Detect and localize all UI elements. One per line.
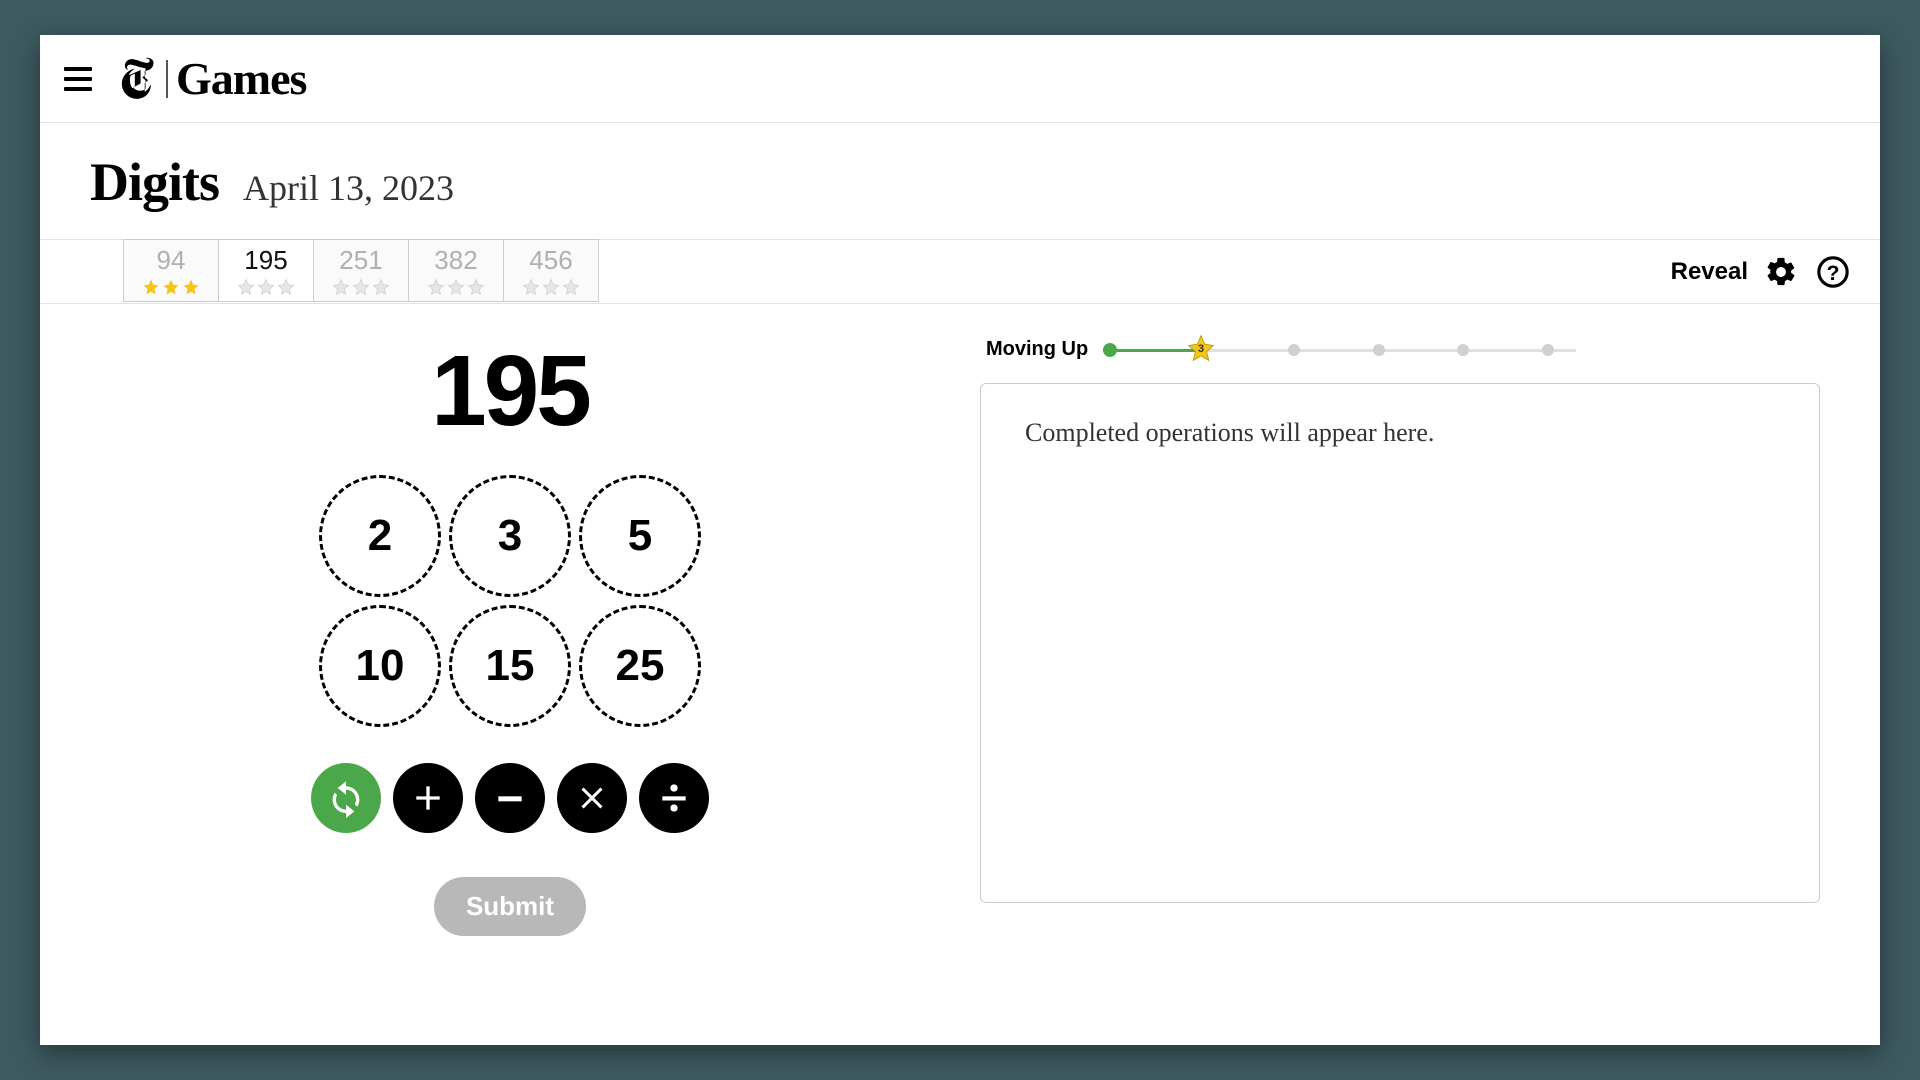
operation-row xyxy=(311,763,709,833)
undo-button[interactable] xyxy=(311,763,381,833)
tab-stars xyxy=(314,276,408,296)
number-15[interactable]: 15 xyxy=(449,605,571,727)
progress-star: 3 xyxy=(1186,333,1216,368)
gear-icon[interactable] xyxy=(1762,253,1800,291)
number-10[interactable]: 10 xyxy=(319,605,441,727)
puzzle-tab-195[interactable]: 195 xyxy=(218,239,314,302)
tab-target: 382 xyxy=(409,240,503,276)
operations-log: Completed operations will appear here. xyxy=(980,383,1820,903)
puzzle-tab-251[interactable]: 251 xyxy=(313,239,409,302)
number-grid: 235 101525 xyxy=(319,475,701,727)
brand-logo[interactable]: Games xyxy=(120,52,306,105)
tab-stars xyxy=(504,276,598,296)
divide-button[interactable] xyxy=(639,763,709,833)
number-2[interactable]: 2 xyxy=(319,475,441,597)
right-pane: Moving Up 3 Completed operations will ap… xyxy=(980,334,1820,936)
puzzle-tabs: 94195251382456 xyxy=(124,239,599,302)
puzzle-tab-row: 94195251382456 Reveal ? xyxy=(40,240,1880,304)
reveal-button[interactable]: Reveal xyxy=(1671,258,1748,286)
progress-dot xyxy=(1457,344,1469,356)
titlebar: Digits April 13, 2023 xyxy=(40,123,1880,240)
progress-bar: 3 xyxy=(1106,345,1576,355)
left-pane: 195 235 101525 Submit xyxy=(100,334,920,936)
progress-dot xyxy=(1288,344,1300,356)
puzzle-tab-94[interactable]: 94 xyxy=(123,239,219,302)
progress-dot xyxy=(1373,344,1385,356)
tab-target: 456 xyxy=(504,240,598,276)
progress-dot xyxy=(1542,344,1554,356)
play-area: 195 235101525 Submit xyxy=(40,304,1880,936)
game-name: Digits xyxy=(88,151,221,213)
tab-target: 94 xyxy=(124,240,218,276)
game-date: April 13, 2023 xyxy=(243,167,454,209)
puzzle-tab-382[interactable]: 382 xyxy=(408,239,504,302)
tab-stars xyxy=(409,276,503,296)
brand-word: Games xyxy=(176,52,306,105)
tab-target: 251 xyxy=(314,240,408,276)
submit-button[interactable]: Submit xyxy=(434,877,586,936)
nyt-t-icon xyxy=(120,57,162,101)
number-25[interactable]: 25 xyxy=(579,605,701,727)
help-icon[interactable]: ? xyxy=(1814,253,1852,291)
topbar: Games xyxy=(40,35,1880,123)
svg-text:3: 3 xyxy=(1198,342,1204,354)
tab-stars xyxy=(219,276,313,296)
tab-stars xyxy=(124,276,218,296)
progress-row: Moving Up 3 xyxy=(980,338,1820,361)
number-3[interactable]: 3 xyxy=(449,475,571,597)
menu-icon[interactable] xyxy=(64,63,96,95)
puzzle-tab-456[interactable]: 456 xyxy=(503,239,599,302)
brand-divider xyxy=(166,60,168,98)
progress-dot-start xyxy=(1103,343,1117,357)
minus-button[interactable] xyxy=(475,763,545,833)
tab-actions: Reveal ? xyxy=(1671,240,1852,304)
number-5[interactable]: 5 xyxy=(579,475,701,597)
progress-label: Moving Up xyxy=(986,338,1088,361)
multiply-button[interactable] xyxy=(557,763,627,833)
plus-button[interactable] xyxy=(393,763,463,833)
app-frame: Games Digits April 13, 2023 941952513824… xyxy=(40,35,1880,1045)
svg-text:?: ? xyxy=(1827,261,1840,285)
tab-target: 195 xyxy=(219,240,313,276)
operations-placeholder: Completed operations will appear here. xyxy=(1025,418,1434,447)
target-number: 195 xyxy=(431,334,589,449)
